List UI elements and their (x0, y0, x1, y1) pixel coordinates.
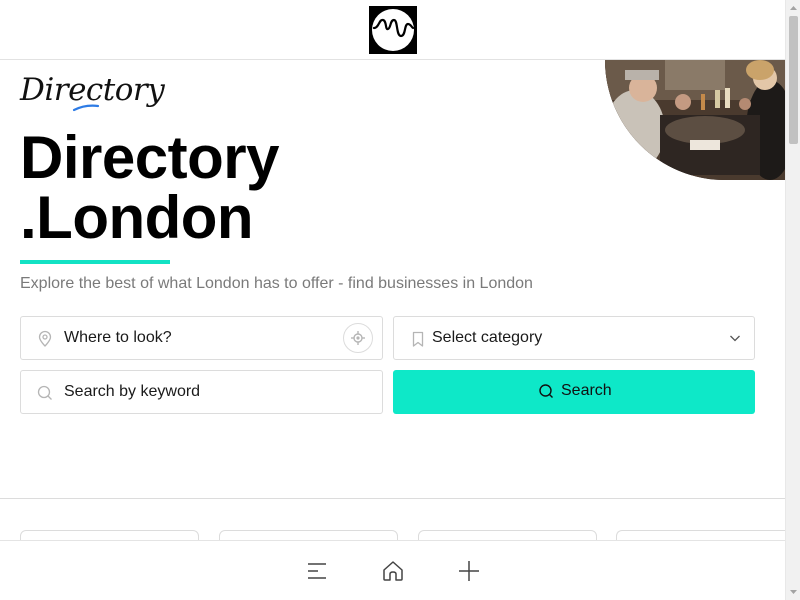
bookmark-icon (412, 331, 424, 347)
search-icon (539, 384, 553, 398)
script-logo: Directory (20, 70, 165, 118)
category-select-placeholder: Select category (432, 329, 543, 346)
crosshair-icon (351, 331, 365, 345)
scrollbar-thumb[interactable] (789, 16, 798, 144)
add-listing-button[interactable] (457, 559, 481, 583)
keyword-input-placeholder: Search by keyword (64, 383, 201, 400)
page-title: Directory .London (20, 128, 279, 248)
home-icon (383, 561, 403, 581)
swoosh-underline-icon (72, 104, 100, 112)
map-pin-icon (38, 330, 52, 347)
page-title-line1: Directory (20, 124, 279, 191)
locate-me-button[interactable] (343, 323, 373, 353)
search-button-label: Search (561, 382, 612, 399)
location-input[interactable]: Where to look? (20, 316, 383, 360)
location-input-placeholder: Where to look? (64, 329, 172, 346)
river-thames-logo-icon (372, 9, 415, 51)
keyword-input[interactable]: Search by keyword (20, 370, 383, 414)
scroll-up-arrow-icon[interactable] (789, 4, 798, 12)
page-title-line2: .London (20, 184, 254, 251)
title-accent-line (20, 260, 170, 264)
menu-icon (308, 563, 326, 579)
bottom-navigation (0, 540, 785, 600)
menu-button[interactable] (305, 559, 329, 583)
home-button[interactable] (381, 559, 405, 583)
top-header (0, 0, 785, 60)
search-button-content: Search (538, 382, 612, 400)
plus-icon (459, 561, 479, 581)
vertical-scrollbar[interactable] (785, 0, 800, 600)
restaurant-diners-photo (605, 60, 785, 180)
category-select[interactable]: Select category (393, 316, 755, 360)
page-subtitle: Explore the best of what London has to o… (20, 275, 533, 292)
site-logo[interactable] (369, 6, 417, 54)
scroll-down-arrow-icon[interactable] (789, 588, 798, 596)
search-icon (37, 385, 52, 400)
chevron-down-icon (730, 335, 740, 342)
search-button[interactable]: Search (393, 370, 755, 414)
section-divider (0, 498, 785, 499)
